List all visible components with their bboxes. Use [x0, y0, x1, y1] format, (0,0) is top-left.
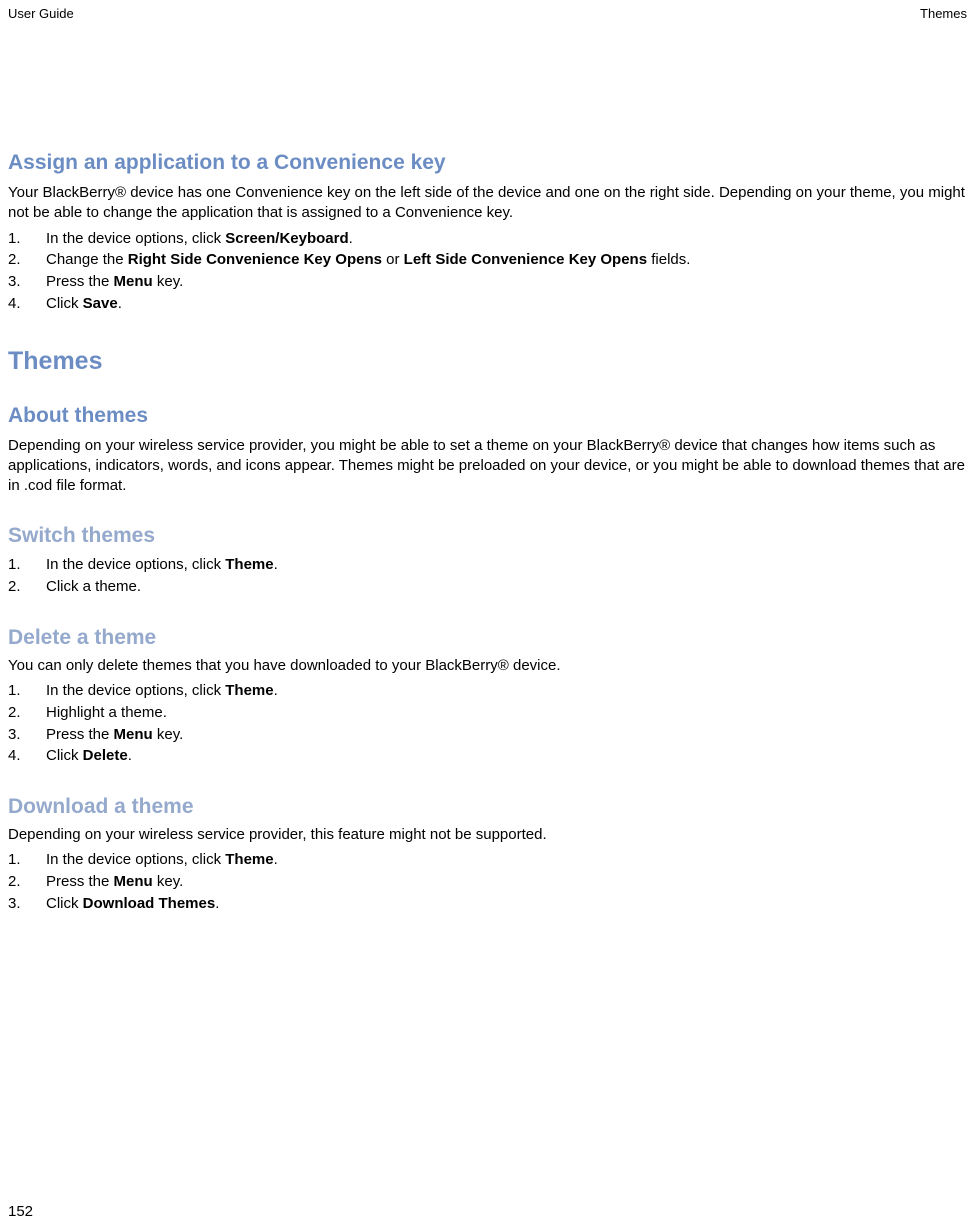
heading-download-theme: Download a theme: [8, 795, 967, 819]
step-item: Press the Menu key.: [8, 724, 967, 746]
step-text-bold: Theme: [225, 556, 273, 573]
step-text-bold: Screen/Keyboard: [225, 230, 348, 247]
page-header: User Guide Themes: [0, 0, 975, 21]
step-text-bold: Download Themes: [83, 895, 216, 912]
step-text: In the device options, click: [46, 230, 225, 247]
step-text: In the device options, click: [46, 556, 225, 573]
step-text-bold: Menu: [114, 273, 153, 290]
step-text-bold: Theme: [225, 851, 273, 868]
step-item: In the device options, click Theme.: [8, 554, 967, 576]
step-text: Highlight a theme.: [46, 704, 167, 721]
step-item: In the device options, click Theme.: [8, 849, 967, 871]
step-item: Highlight a theme.: [8, 702, 967, 724]
step-text: .: [215, 895, 219, 912]
step-text: .: [274, 556, 278, 573]
step-text-bold: Left Side Convenience Key Opens: [404, 251, 647, 268]
steps-download-theme: In the device options, click Theme. Pres…: [8, 849, 967, 914]
step-text-bold: Menu: [114, 873, 153, 890]
step-text: Press the: [46, 273, 114, 290]
step-text-bold: Theme: [225, 682, 273, 699]
step-text-bold: Right Side Convenience Key Opens: [128, 251, 382, 268]
step-text: Press the: [46, 873, 114, 890]
header-left: User Guide: [8, 6, 74, 21]
steps-delete-theme: In the device options, click Theme. High…: [8, 680, 967, 767]
page-content: Assign an application to a Convenience k…: [0, 21, 975, 915]
step-item: Change the Right Side Convenience Key Op…: [8, 249, 967, 271]
steps-switch-themes: In the device options, click Theme. Clic…: [8, 554, 967, 598]
step-text-bold: Menu: [114, 726, 153, 743]
step-text-bold: Save: [83, 295, 118, 312]
step-text: In the device options, click: [46, 851, 225, 868]
steps-assign-convenience-key: In the device options, click Screen/Keyb…: [8, 228, 967, 315]
body-about-themes: Depending on your wireless service provi…: [8, 436, 967, 497]
step-text: .: [274, 682, 278, 699]
step-text: .: [118, 295, 122, 312]
step-item: Press the Menu key.: [8, 871, 967, 893]
step-text: Click: [46, 895, 83, 912]
step-item: In the device options, click Theme.: [8, 680, 967, 702]
header-right: Themes: [920, 6, 967, 21]
step-text: Click: [46, 747, 83, 764]
step-text: Change the: [46, 251, 128, 268]
step-text: key.: [153, 726, 184, 743]
heading-switch-themes: Switch themes: [8, 524, 967, 548]
page-number: 152: [8, 1203, 33, 1220]
step-item: Click Download Themes.: [8, 893, 967, 915]
step-text: Click a theme.: [46, 578, 141, 595]
heading-themes: Themes: [8, 347, 967, 376]
step-text: .: [274, 851, 278, 868]
step-text: Press the: [46, 726, 114, 743]
step-text: fields.: [647, 251, 690, 268]
step-item: Press the Menu key.: [8, 271, 967, 293]
step-text: or: [382, 251, 404, 268]
intro-download-theme: Depending on your wireless service provi…: [8, 825, 967, 845]
step-text: key.: [153, 873, 184, 890]
step-text: .: [349, 230, 353, 247]
step-item: In the device options, click Screen/Keyb…: [8, 228, 967, 250]
intro-delete-theme: You can only delete themes that you have…: [8, 656, 967, 676]
intro-assign-convenience-key: Your BlackBerry® device has one Convenie…: [8, 183, 967, 224]
step-item: Click Save.: [8, 293, 967, 315]
step-text: key.: [153, 273, 184, 290]
heading-about-themes: About themes: [8, 404, 967, 428]
heading-delete-theme: Delete a theme: [8, 626, 967, 650]
step-text-bold: Delete: [83, 747, 128, 764]
step-item: Click Delete.: [8, 745, 967, 767]
step-text: Click: [46, 295, 83, 312]
step-text: .: [128, 747, 132, 764]
step-text: In the device options, click: [46, 682, 225, 699]
step-item: Click a theme.: [8, 576, 967, 598]
heading-assign-convenience-key: Assign an application to a Convenience k…: [8, 151, 967, 175]
